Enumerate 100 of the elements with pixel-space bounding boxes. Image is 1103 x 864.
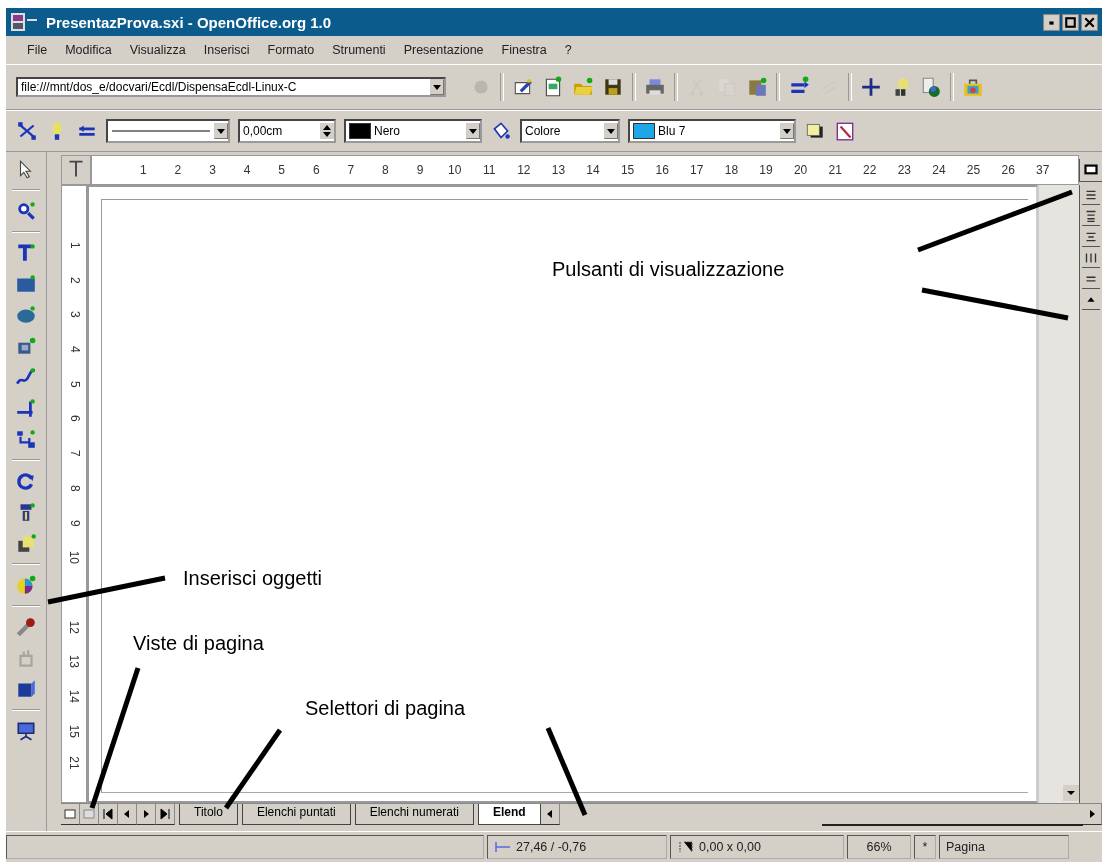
- paste-icon[interactable]: [746, 76, 768, 98]
- rectangle-icon[interactable]: [15, 273, 37, 295]
- ruler-number: 6: [311, 163, 321, 177]
- ruler-number: 26: [1000, 163, 1016, 177]
- menu-item[interactable]: Strumenti: [323, 43, 395, 57]
- ruler-number: 12: [66, 620, 82, 634]
- dropdown-arrow-icon[interactable]: [217, 128, 225, 134]
- slide-tab[interactable]: Elenchi puntati: [241, 804, 351, 825]
- menu-item[interactable]: Finestra: [492, 43, 556, 57]
- layout-name: Pagina: [939, 835, 1069, 859]
- line-color-dropdown[interactable]: Nero: [344, 119, 482, 143]
- ruler-number: 10: [446, 163, 463, 177]
- ruler-number: 14: [66, 689, 82, 703]
- ruler-number: 22: [862, 163, 878, 177]
- menu-item[interactable]: ?: [555, 43, 581, 57]
- previous-slide-button[interactable]: [118, 804, 137, 825]
- window-title: PresentazProva.sxi - OpenOffice.org 1.0: [46, 13, 333, 31]
- close-button[interactable]: [1081, 13, 1098, 31]
- ellipse-icon[interactable]: [15, 304, 37, 326]
- tab-stop-icon[interactable]: [61, 155, 91, 185]
- ruler-number: 18: [723, 163, 740, 177]
- ruler-number: 4: [242, 163, 252, 177]
- ruler-number: 7: [346, 163, 356, 177]
- maximize-button[interactable]: [1062, 13, 1079, 31]
- ruler-number: 5: [66, 380, 82, 388]
- ruler-number: 15: [619, 163, 636, 177]
- area-style-dropdown[interactable]: Colore: [520, 119, 620, 143]
- spinner-arrows-icon[interactable]: [323, 125, 331, 137]
- position-icon: [494, 840, 512, 854]
- ruler-number: 7: [66, 450, 82, 457]
- paint-bucket-icon[interactable]: [490, 120, 512, 142]
- scroll-tabs-button[interactable]: [540, 804, 560, 825]
- menu-item[interactable]: Modifica: [56, 43, 121, 57]
- line-icon[interactable]: [15, 397, 37, 419]
- slide-tab[interactable]: Elend: [478, 804, 541, 825]
- url-field[interactable]: file:///mnt/dos_e/docvari/Ecdl/DispensaEcdl-Linux-C: [16, 77, 446, 97]
- printer-icon[interactable]: [644, 76, 666, 98]
- points-icon[interactable]: [16, 120, 38, 142]
- ruler-number: 4: [66, 346, 82, 353]
- vertical-scrollbar[interactable]: [1038, 185, 1079, 803]
- slide-tab[interactable]: Titolo: [179, 804, 238, 825]
- first-slide-button[interactable]: [99, 804, 118, 825]
- ruler-number: 2: [66, 276, 82, 284]
- cube-icon[interactable]: [15, 335, 37, 357]
- ruler-number: 1: [138, 163, 148, 177]
- dropdown-arrow-icon[interactable]: [607, 128, 615, 134]
- minimize-button[interactable]: [1043, 13, 1060, 31]
- size-text: 0,00 x 0,00: [699, 840, 761, 854]
- view-button[interactable]: [1082, 207, 1100, 226]
- ruler-number: 20: [792, 163, 809, 177]
- ruler-number: 16: [654, 163, 670, 177]
- background-view-button[interactable]: [80, 804, 99, 825]
- scroll-right-button[interactable]: [1083, 804, 1102, 825]
- ruler-number: 12: [516, 163, 532, 177]
- frame-pencil-icon[interactable]: [834, 120, 856, 142]
- cube-icon[interactable]: [15, 678, 37, 700]
- dropdown-arrow-icon[interactable]: [433, 84, 441, 90]
- ruler-number: 8: [66, 484, 82, 492]
- slide-view-button[interactable]: [61, 804, 80, 825]
- magnifier-icon[interactable]: [15, 200, 37, 222]
- menu-item[interactable]: File: [18, 43, 57, 57]
- view-button[interactable]: [1079, 159, 1102, 182]
- connector-icon[interactable]: [15, 428, 37, 450]
- ruler-number: 25: [965, 163, 982, 177]
- position-text: 27,46 / -0,76: [516, 840, 587, 854]
- crosshair-icon[interactable]: [860, 76, 882, 98]
- pie-chart-icon[interactable]: [15, 574, 37, 596]
- area-fill-dropdown[interactable]: Blu 7: [628, 119, 796, 143]
- dropdown-arrow-icon[interactable]: [469, 128, 477, 134]
- callout-label: Viste di pagina: [133, 632, 264, 655]
- menu-item[interactable]: Visualizza: [120, 43, 195, 57]
- ruler-number: 37: [1035, 163, 1051, 177]
- text-icon[interactable]: [15, 242, 37, 264]
- ruler-number: 13: [66, 654, 82, 669]
- slide-tab[interactable]: Elenchi numerati: [354, 804, 475, 825]
- ruler-number: 2: [173, 163, 183, 177]
- ruler-number: 21: [827, 163, 843, 177]
- ruler-number: 11: [482, 163, 497, 177]
- line-width-field[interactable]: 0,00cm: [238, 119, 336, 143]
- globe-page-icon[interactable]: [920, 76, 942, 98]
- next-slide-button[interactable]: [137, 804, 156, 825]
- projector-screen-icon[interactable]: [15, 720, 37, 742]
- scroll-down-button[interactable]: [1063, 785, 1079, 801]
- ruler-number: 13: [550, 163, 567, 177]
- dropdown-arrow-icon[interactable]: [783, 128, 791, 134]
- ruler-number: 8: [381, 163, 390, 177]
- pen-icon[interactable]: [15, 616, 37, 638]
- line-style-dropdown[interactable]: [106, 119, 230, 143]
- ruler-number: 5: [277, 163, 286, 177]
- ruler-number: 6: [66, 415, 82, 423]
- menu-item[interactable]: Formato: [258, 43, 324, 57]
- ruler-number: 3: [66, 311, 82, 319]
- zoom-text[interactable]: 66%: [847, 835, 911, 859]
- menu-item[interactable]: Presentazione: [394, 43, 493, 57]
- last-slide-button[interactable]: [156, 804, 175, 825]
- menu-item[interactable]: Inserisci: [194, 43, 259, 57]
- stacked-squares-icon[interactable]: [15, 532, 37, 554]
- modified-indicator: *: [914, 835, 936, 859]
- ruler-number: 1: [66, 242, 82, 249]
- app-icon: [10, 12, 40, 32]
